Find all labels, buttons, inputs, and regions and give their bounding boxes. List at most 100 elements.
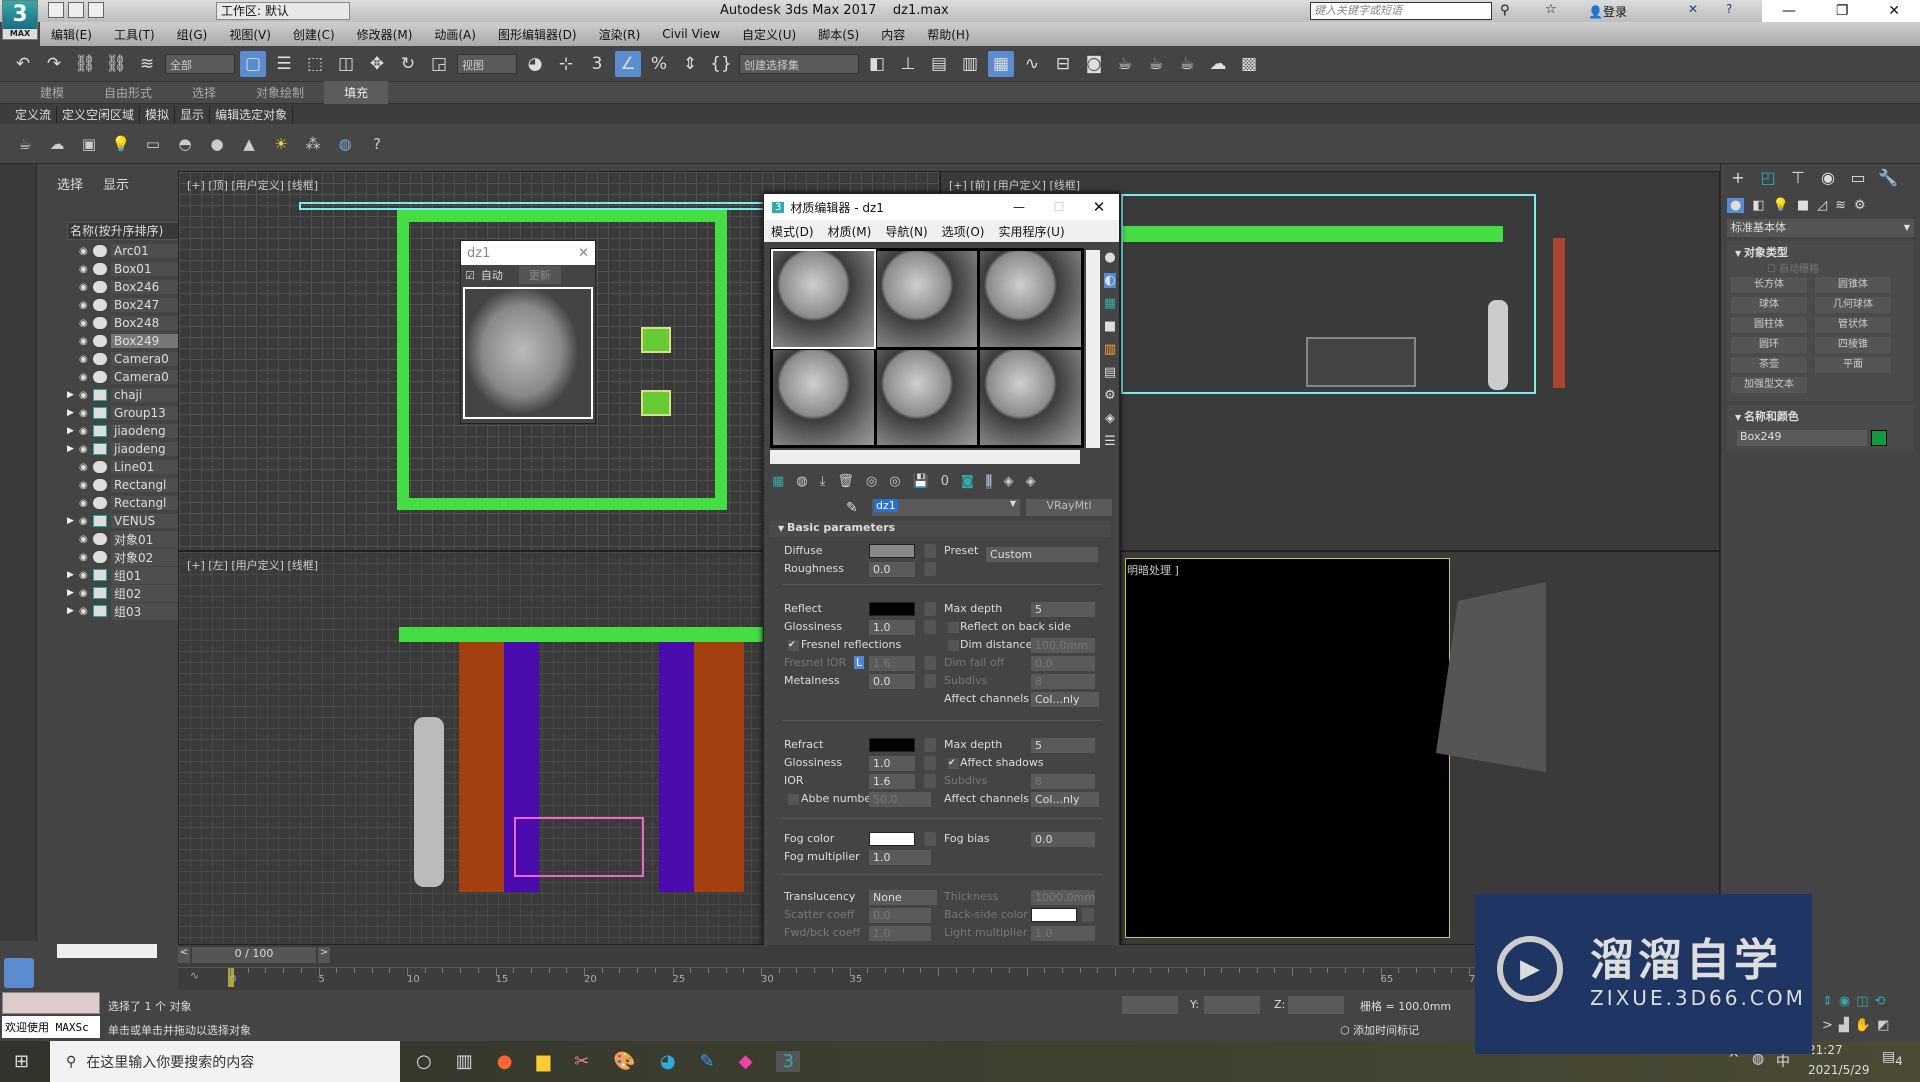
undo-icon[interactable]: ↶ <box>10 51 36 77</box>
visibility-eye-icon[interactable]: ◉ <box>79 570 93 581</box>
help-circle-icon[interactable]: ? <box>364 131 390 157</box>
name-color-rollout[interactable]: ▼ 名称和颜色 <box>1727 408 1914 424</box>
spinner-abbe_v[interactable]: 50.0 <box>869 792 931 807</box>
color-swatch-fog[interactable] <box>869 832 915 846</box>
viewport-label[interactable]: [+] [前] [用户定义] [线框] <box>949 177 1080 193</box>
shapes-icon[interactable]: ◧ <box>1752 198 1764 213</box>
snipping-icon[interactable]: ✂ <box>574 1051 589 1072</box>
spinner-fogbias_v[interactable]: 0.0 <box>1031 832 1095 847</box>
modify-tab-icon[interactable]: ◰ <box>1753 168 1783 192</box>
expand-arrow-icon[interactable]: ▶ <box>67 570 79 580</box>
scene-explorer-icon[interactable]: ▤ <box>926 51 952 77</box>
systems-icon[interactable]: ⚙ <box>1854 198 1866 213</box>
cloud-icon[interactable]: ☁ <box>44 131 70 157</box>
schematic-view-icon[interactable]: ⊟ <box>1050 51 1076 77</box>
sun-icon[interactable]: ☀ <box>268 131 294 157</box>
image-icon[interactable]: ▣ <box>76 131 102 157</box>
spinner-subdivs_v[interactable]: 8 <box>1031 674 1095 689</box>
color-swatch-backside[interactable] <box>1031 908 1077 922</box>
reference-coordinate-dropdown[interactable]: 视图 <box>457 53 517 74</box>
autogrid-checkbox[interactable]: ☐ 自动栅格 <box>1727 260 1914 275</box>
ribbon-subtab[interactable]: 定义流 <box>10 105 58 123</box>
lock-fresnel-button[interactable]: L <box>854 656 865 669</box>
primitive-button[interactable]: 长方体 <box>1731 277 1807 293</box>
binoculars-icon[interactable]: ⚲ <box>1500 3 1510 18</box>
align-icon[interactable]: ⊥ <box>895 51 921 77</box>
primitive-button[interactable]: 圆环 <box>1731 337 1807 353</box>
visibility-eye-icon[interactable]: ◉ <box>79 444 93 455</box>
spinner-maxdepth_v[interactable]: 5 <box>1031 602 1095 617</box>
primitive-button[interactable]: 球体 <box>1731 297 1807 313</box>
ribbon-tab[interactable]: 建模 <box>20 84 84 101</box>
menu-item[interactable]: 创建(C) <box>282 26 346 43</box>
pan-icon[interactable]: ✋ <box>1855 1018 1871 1033</box>
map-button[interactable] <box>924 562 936 576</box>
visibility-eye-icon[interactable]: ◉ <box>79 336 93 347</box>
viewport-label[interactable]: [+] [顶] [用户定义] [线框] <box>187 177 318 193</box>
object-type-rollout[interactable]: ▼ 对象类型 <box>1727 244 1914 260</box>
ribbon-subtab[interactable]: 编辑选定对象 <box>210 105 294 123</box>
rotate-icon[interactable]: ↻ <box>395 51 421 77</box>
plane-icon[interactable]: ▭ <box>140 131 166 157</box>
viewport-label[interactable]: [+] [左] [用户定义] [线框] <box>187 557 318 573</box>
spinner-ior_v[interactable]: 1.6 <box>869 774 915 789</box>
fov-icon[interactable]: > <box>1822 1018 1833 1033</box>
map-button[interactable] <box>924 774 936 788</box>
menu-item[interactable]: 内容 <box>870 26 916 43</box>
map-button[interactable] <box>924 656 936 670</box>
color-swatch-diffuse[interactable] <box>869 544 915 558</box>
spinner-snap-icon[interactable]: ⇕ <box>677 51 703 77</box>
windows-start-icon[interactable]: ⊞ <box>14 1051 29 1072</box>
checkbox-dimdist[interactable] <box>948 640 959 651</box>
spinner-raffect_v[interactable]: Col...nly <box>1031 792 1099 807</box>
map-button[interactable] <box>924 756 936 770</box>
window-crossing-icon[interactable]: ◫ <box>333 51 359 77</box>
visibility-eye-icon[interactable]: ◉ <box>79 552 93 563</box>
visibility-eye-icon[interactable]: ◉ <box>79 354 93 365</box>
ribbon-subtab[interactable]: 模拟 <box>140 105 176 123</box>
visibility-eye-icon[interactable]: ◉ <box>79 462 93 473</box>
bind-space-warp-icon[interactable]: ≋ <box>134 51 160 77</box>
visibility-eye-icon[interactable]: ◉ <box>79 246 93 257</box>
menu-item[interactable]: 修改器(M) <box>346 26 424 43</box>
visibility-eye-icon[interactable]: ◉ <box>79 426 93 437</box>
link-icon[interactable]: ⛓ <box>72 51 98 77</box>
spinner-lightmult_v[interactable]: 1.0 <box>1031 926 1095 941</box>
visibility-eye-icon[interactable]: ◉ <box>79 318 93 329</box>
ribbon-tab[interactable]: 对象绘制 <box>236 84 324 101</box>
visibility-eye-icon[interactable]: ◉ <box>79 534 93 545</box>
zoom-icon[interactable]: ⇕ <box>1822 994 1833 1009</box>
checkbox-abbe[interactable] <box>788 794 799 805</box>
spinner-fresnel_ior_v[interactable]: 1.6 <box>869 656 915 671</box>
motion-tab-icon[interactable]: ◉ <box>1813 168 1843 192</box>
cortana-icon[interactable]: ○ <box>416 1051 432 1072</box>
expand-arrow-icon[interactable]: ▶ <box>67 588 79 598</box>
update-button[interactable]: 更新 <box>518 266 561 284</box>
notification-center-icon[interactable]: ▤4 <box>1882 1049 1903 1068</box>
visibility-eye-icon[interactable]: ◉ <box>79 606 93 617</box>
visibility-eye-icon[interactable]: ◉ <box>79 480 93 491</box>
map-button[interactable] <box>924 544 936 558</box>
ribbon-subtab[interactable]: 定义空闲区域 <box>57 105 141 123</box>
preset-dropdown[interactable]: Custom <box>986 547 1098 562</box>
light-icon[interactable]: 💡 <box>108 131 134 157</box>
snap-toggle-icon[interactable]: 3 <box>584 51 610 77</box>
ime-indicator[interactable]: 中 <box>1776 1051 1790 1071</box>
prev-frame-button[interactable]: < <box>178 947 190 963</box>
firefox-icon[interactable]: ● <box>497 1051 513 1072</box>
notepad-icon[interactable]: ✎ <box>700 1051 715 1072</box>
spinner-rsubdivs_v[interactable]: 8 <box>1031 774 1095 789</box>
maxscript-mini-listener[interactable]: 欢迎使用 MAXSc <box>2 1016 100 1038</box>
spinner-fwd_v[interactable]: 1.0 <box>869 926 931 941</box>
material-editor-window[interactable]: 3 材质编辑器 - dz1 — ☐ ✕ 模式(D) 材质(M) 导航(N) 选项(O) 实用… <box>763 193 1120 1014</box>
menu-item[interactable]: 组(G) <box>166 26 219 43</box>
help-search-input[interactable]: 键入关键字或短语 <box>1310 2 1492 20</box>
unlink-icon[interactable]: ⛓ <box>103 51 129 77</box>
select-object-icon[interactable]: ▢ <box>240 50 266 77</box>
map-button[interactable] <box>924 832 936 846</box>
spinner-scatter_v[interactable]: 0.0 <box>869 908 931 923</box>
primitive-button[interactable]: 管状体 <box>1815 317 1891 333</box>
geometry-category-dropdown[interactable]: 标准基本体 ▼ <box>1727 219 1914 237</box>
utilities-tab-icon[interactable]: 🔧 <box>1873 168 1903 192</box>
spinner-roughness_v[interactable]: 0.0 <box>869 562 915 577</box>
